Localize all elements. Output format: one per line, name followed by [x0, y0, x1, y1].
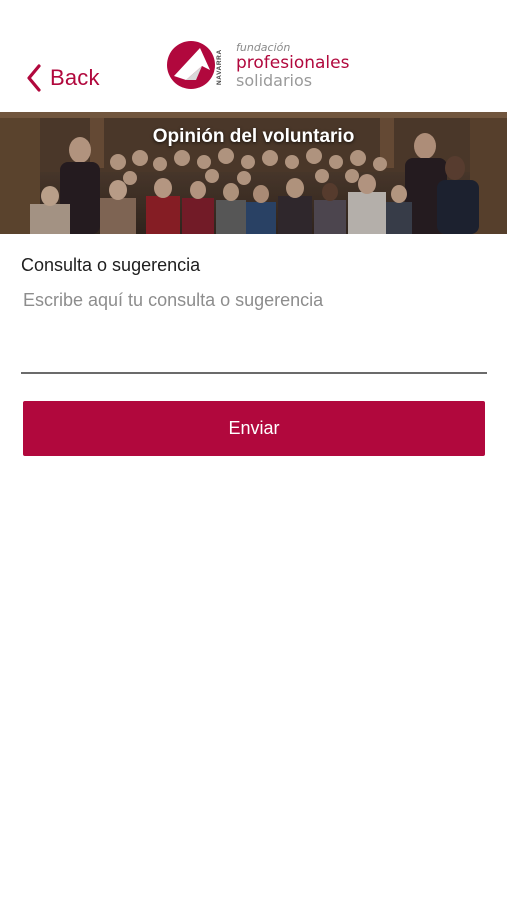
header-banner: Opinión del voluntario — [0, 112, 507, 234]
submit-button[interactable]: Enviar — [23, 401, 485, 456]
back-button[interactable]: Back — [26, 60, 100, 96]
logo-mark-icon — [167, 41, 215, 89]
foundation-logo: NAVARRA fundación profesionales solidari… — [166, 40, 349, 94]
chevron-left-icon — [27, 64, 41, 92]
logo-wordmark: fundación profesionales solidarios — [236, 42, 349, 89]
logo-region-text: NAVARRA — [216, 49, 223, 85]
logo-line-solidarios: solidarios — [236, 71, 313, 90]
consulta-label: Consulta o sugerencia — [21, 255, 201, 275]
consulta-textarea[interactable] — [21, 288, 487, 374]
back-label: Back — [50, 65, 100, 90]
navigation-bar: Back NAVARRA fundación profesionales sol… — [0, 0, 507, 112]
page-title: Opinión del voluntario — [152, 126, 355, 147]
